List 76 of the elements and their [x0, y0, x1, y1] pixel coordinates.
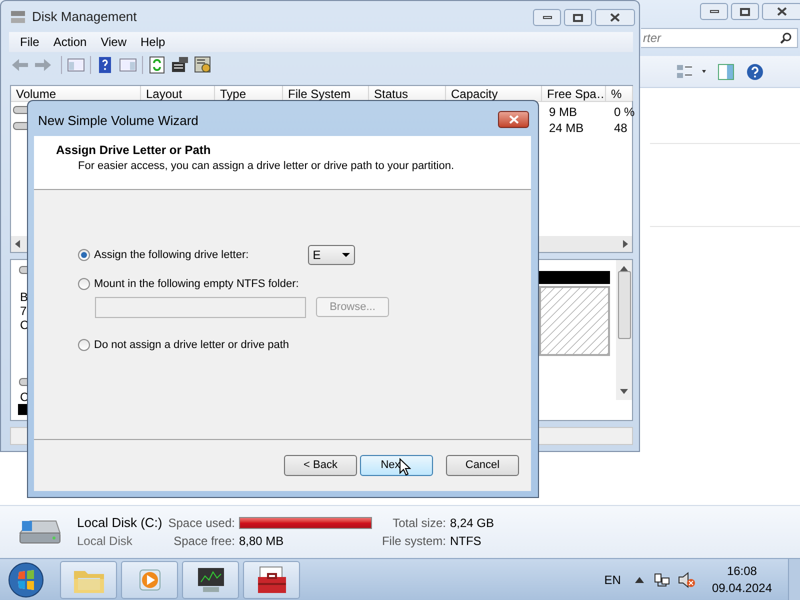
mouse-cursor-icon — [399, 458, 411, 476]
minimize-button[interactable] — [533, 9, 561, 26]
menu-item[interactable]: Action — [46, 33, 94, 51]
scroll-left-icon[interactable] — [15, 240, 20, 248]
muted-speaker-icon[interactable] — [678, 572, 696, 588]
radio-button[interactable] — [78, 278, 90, 290]
table-cell-text: 24 MB — [549, 120, 584, 137]
play-icon — [136, 566, 162, 592]
menu-item[interactable]: Help — [134, 33, 172, 51]
option-label[interactable]: Mount in the following empty NTFS folder: — [94, 276, 299, 292]
field-label: Total size: — [392, 515, 446, 532]
menu-item[interactable]: View — [94, 33, 134, 51]
wizard-button[interactable]: Nex — [360, 455, 433, 476]
close-icon — [610, 13, 620, 22]
drive-type: Local Disk — [77, 533, 134, 550]
close-button[interactable] — [595, 9, 635, 26]
close-icon — [508, 115, 518, 124]
vertical-scrollbar[interactable] — [616, 260, 632, 400]
radio-button[interactable] — [78, 338, 90, 351]
taskbar-button[interactable] — [243, 560, 300, 598]
field-label: Space free: — [172, 533, 235, 550]
refresh-icon[interactable] — [148, 56, 166, 74]
minimize-button[interactable] — [700, 3, 728, 20]
partition-header — [539, 271, 610, 284]
preview-pane-icon[interactable] — [718, 64, 734, 80]
scroll-thumb[interactable] — [618, 271, 630, 339]
column-header[interactable]: % — [606, 86, 633, 101]
scroll-right-icon[interactable] — [623, 240, 628, 248]
drive-letter-dropdown[interactable]: E — [308, 245, 355, 265]
clock-time[interactable]: 16:08 — [726, 562, 757, 580]
console-tree-icon[interactable] — [67, 56, 85, 74]
field-label: File system: — [382, 533, 446, 550]
menu-item[interactable]: File — [13, 33, 46, 51]
table-cell-text: 9 MB — [549, 104, 578, 121]
maximize-button[interactable] — [564, 9, 592, 26]
window-title: Disk Management — [32, 8, 137, 26]
maximize-button[interactable] — [731, 3, 759, 20]
search-icon[interactable] — [780, 32, 792, 44]
column-header[interactable]: Free Spa… — [542, 86, 606, 101]
disk-management-icon — [10, 10, 26, 24]
close-button[interactable] — [762, 3, 800, 20]
option-label[interactable]: Do not assign a drive letter or drive path — [94, 336, 290, 353]
settings-icon[interactable] — [194, 56, 212, 74]
properties-icon[interactable] — [171, 56, 189, 74]
disk-label: 7 — [20, 304, 28, 318]
toolbox-icon — [256, 564, 288, 594]
view-options-icon[interactable] — [676, 64, 706, 80]
scroll-down-icon[interactable] — [620, 389, 628, 394]
dialog-title: New Simple Volume Wizard — [38, 112, 198, 130]
field-value: NTFS — [450, 533, 482, 550]
action-pane-icon[interactable] — [119, 56, 137, 74]
table-cell-text: 0 % — [614, 104, 635, 121]
wizard-button[interactable]: Cancel — [446, 455, 519, 476]
option-label[interactable]: Assign the following drive letter: — [94, 246, 249, 264]
page-subtitle: For easier access, you can assign a drive letter or drive path to your partition. — [77, 159, 456, 174]
close-icon — [777, 7, 787, 16]
clock-date[interactable]: 09.04.2024 — [712, 580, 772, 596]
disk-label: B — [20, 290, 29, 304]
field-label: Space used: — [168, 515, 235, 532]
close-button[interactable] — [498, 111, 529, 128]
radio-button[interactable] — [78, 249, 90, 261]
language-indicator[interactable]: EN — [604, 570, 621, 588]
taskbar-button[interactable] — [182, 560, 239, 598]
wizard-button[interactable]: < Back — [284, 455, 357, 476]
start-button[interactable] — [6, 560, 46, 600]
field-value: 8,80 MB — [238, 533, 285, 550]
page-heading: Assign Drive Letter or Path — [56, 142, 212, 159]
help-icon[interactable] — [746, 63, 764, 81]
table-cell-text: 48 — [614, 120, 628, 137]
network-icon[interactable] — [654, 572, 670, 588]
unallocated-partition — [539, 286, 610, 356]
drive-name: Local Disk (C:) — [77, 514, 162, 532]
search-field[interactable]: rter — [641, 28, 798, 48]
help-icon[interactable] — [96, 56, 114, 74]
show-hidden-icons-icon[interactable] — [634, 576, 644, 582]
field-value: 8,24 GB — [450, 515, 494, 532]
